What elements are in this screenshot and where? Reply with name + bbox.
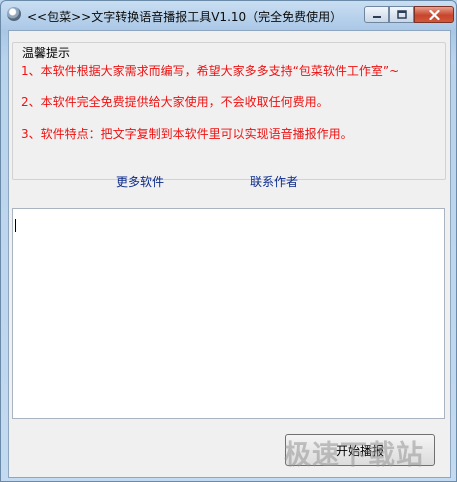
window-title: <<包菜>>文字转换语音播报工具V1.10（完全免费使用）: [27, 10, 343, 24]
tips-title: 温馨提示: [19, 44, 74, 61]
maximize-button[interactable]: [389, 6, 414, 23]
app-icon: [7, 7, 21, 21]
minimize-button[interactable]: [364, 6, 389, 23]
tip-line-2: 2、本软件完全免费提供给大家使用，不会收取任何费用。: [21, 95, 329, 109]
close-button[interactable]: [414, 6, 454, 23]
minimize-icon: [372, 15, 381, 18]
maximize-icon: [396, 10, 407, 19]
client-area: 温馨提示 1、本软件根据大家需求而编写，希望大家多多支持“包菜软件工作室”~ 2…: [8, 30, 451, 478]
tip-line-1: 1、本软件根据大家需求而编写，希望大家多多支持“包菜软件工作室”~: [21, 64, 400, 78]
app-window: <<包菜>>文字转换语音播报工具V1.10（完全免费使用） 温馨提示 1、本软件…: [0, 0, 457, 482]
more-software-link[interactable]: 更多软件: [116, 173, 164, 190]
text-caret: [15, 219, 16, 232]
tips-groupbox: 温馨提示 1、本软件根据大家需求而编写，希望大家多多支持“包菜软件工作室”~ 2…: [12, 42, 446, 180]
contact-author-link[interactable]: 联系作者: [250, 173, 298, 190]
watermark-logo: 极速下载站: [284, 440, 424, 471]
title-bar[interactable]: <<包菜>>文字转换语音播报工具V1.10（完全免费使用）: [1, 1, 456, 29]
tip-line-3: 3、软件特点：把文字复制到本软件里可以实现语音播报作用。: [21, 127, 353, 141]
speech-text-input[interactable]: [12, 208, 445, 419]
close-icon: [428, 9, 440, 20]
